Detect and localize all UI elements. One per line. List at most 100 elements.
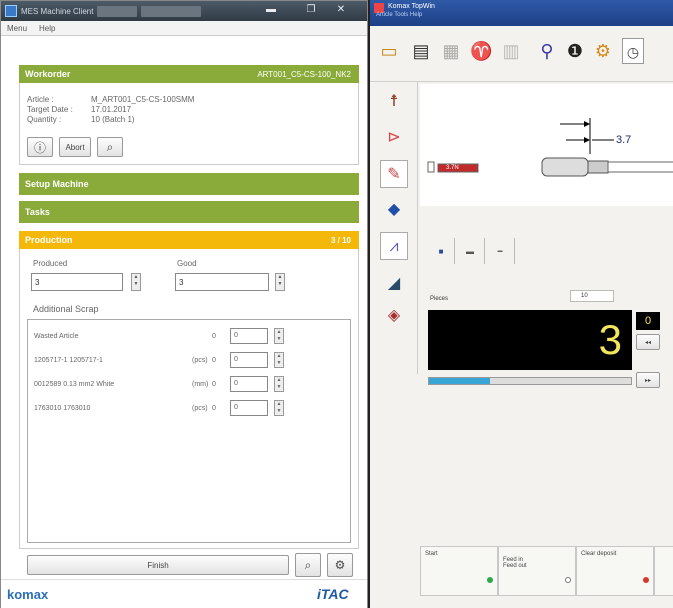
good-stepper[interactable]: ▲ ▼: [275, 273, 285, 291]
book-icon[interactable]: ◈: [380, 302, 408, 330]
workorder-title: Workorder: [25, 69, 71, 79]
footer: komax iTAC: [1, 579, 367, 608]
scrap-row: 1763010 1763010 (pcs) 0 0 ▲ ▼: [34, 400, 344, 418]
scrap-row: 1205717-1 1205717-1 (pcs) 0 0 ▲ ▼: [34, 352, 344, 370]
sequence-icon[interactable]: ◢: [380, 270, 408, 298]
open-folder-icon[interactable]: ▭: [378, 38, 400, 64]
start-button[interactable]: Start: [420, 546, 498, 596]
menu-item-help[interactable]: Help: [33, 24, 61, 33]
scrap-stepper[interactable]: ▲ ▼: [274, 352, 284, 368]
workorder-header[interactable]: Workorder ART001_C5-CS-100_NK2: [19, 65, 359, 83]
scrap-name: 1763010 1763010: [34, 405, 91, 412]
clear-deposit-label: Clear deposit: [581, 551, 617, 557]
produced-input[interactable]: 3: [31, 273, 123, 291]
dimension-label: 3.7: [616, 134, 632, 146]
toolbar: ▭ ▤ ▦ ♈ ▥ ⚲ ❶ ⚙ ◷: [370, 26, 673, 82]
status-indicator: [565, 577, 571, 583]
reset-button[interactable]: ▸▸: [636, 372, 660, 388]
taskbar-tab[interactable]: [97, 5, 138, 17]
settings-button[interactable]: ⚙: [327, 553, 353, 577]
article-label: Article :: [27, 95, 54, 104]
production-header[interactable]: Production 3 / 10: [19, 231, 359, 249]
scrap-input[interactable]: 0: [230, 328, 268, 344]
scrap-name: Wasted Article: [34, 333, 79, 340]
minimize-icon[interactable]: ▬: [261, 1, 281, 19]
crimp-tool-icon[interactable]: ☨: [380, 88, 408, 116]
scrap-row: Wasted Article 0 0 ▲ ▼: [34, 328, 344, 346]
decrement-button[interactable]: ◂◂: [636, 334, 660, 350]
scrap-count: 0: [212, 381, 216, 388]
progress-bar: [428, 377, 632, 385]
scrap-input[interactable]: 0: [230, 352, 268, 368]
production-count: 3 / 10: [330, 235, 351, 245]
marker-icon[interactable]: ◆: [380, 196, 408, 224]
scrap-count: 0: [212, 405, 216, 412]
app-icon: [5, 5, 17, 17]
target-date-value: 17.01.2017: [91, 105, 132, 114]
produced-stepper[interactable]: ▲ ▼: [131, 273, 141, 291]
view-dot-button[interactable]: ■: [432, 242, 450, 260]
setup-machine-header[interactable]: Setup Machine: [19, 173, 359, 195]
feed-button[interactable]: Feed in Feed out: [498, 546, 576, 596]
chart-icon[interactable]: ⩘: [380, 232, 408, 260]
save-icon[interactable]: ▦: [440, 38, 462, 64]
search-icon: ⌕: [106, 139, 114, 154]
menu-item-menu[interactable]: Menu: [1, 24, 33, 33]
view-long-button[interactable]: ━: [490, 242, 510, 260]
close-icon[interactable]: ✕: [331, 1, 351, 19]
produced-label: Produced: [33, 259, 68, 268]
side-counter: 0: [636, 312, 660, 330]
info-button[interactable]: ⓘ: [27, 137, 53, 157]
wire-diagram: [427, 118, 673, 177]
status-indicator: [643, 577, 649, 583]
production-title: Production: [25, 235, 73, 245]
print-icon[interactable]: ▤: [410, 38, 432, 64]
scrap-unit: (pcs): [192, 405, 208, 412]
pieces-field[interactable]: 10: [570, 290, 614, 302]
scrap-row: 0012589 0.13 mm2 White (mm) 0 0 ▲ ▼: [34, 376, 344, 394]
wire-icon[interactable]: ⊳: [380, 124, 408, 152]
pieces-label: Pieces: [430, 296, 449, 302]
scrap-input[interactable]: 0: [230, 400, 268, 416]
info-icon[interactable]: ❶: [564, 38, 586, 64]
piece-counter: 3: [428, 310, 632, 370]
feed-label: Feed in Feed out: [503, 557, 527, 569]
finish-button[interactable]: Finish: [27, 555, 289, 575]
divider: [454, 238, 455, 264]
scrap-stepper[interactable]: ▲ ▼: [274, 328, 284, 344]
abort-button[interactable]: Abort: [59, 137, 91, 157]
marker-text: 3.7N: [446, 165, 459, 171]
scrap-count: 0: [212, 333, 216, 340]
divider: [484, 238, 485, 264]
extra-button[interactable]: [654, 546, 673, 596]
tools-icon[interactable]: ♈: [470, 38, 492, 64]
clear-deposit-button[interactable]: Clear deposit: [576, 546, 654, 596]
gear-icon: ⚙: [334, 558, 346, 572]
quantity-value: 10 (Batch 1): [91, 115, 135, 124]
clock-icon[interactable]: ◷: [622, 38, 644, 64]
search-button[interactable]: ⌕: [295, 553, 321, 577]
info-icon: ⓘ: [33, 140, 46, 155]
tasks-header[interactable]: Tasks: [19, 201, 359, 223]
scrap-input[interactable]: 0: [230, 376, 268, 392]
good-input[interactable]: 3: [175, 273, 269, 291]
gear-icon[interactable]: ⚙: [592, 38, 614, 64]
printer-icon[interactable]: ▥: [500, 38, 522, 64]
taskbar-tab[interactable]: [141, 5, 202, 17]
topwin-window: Komax TopWin Article Tools Help ▭ ▤ ▦ ♈ …: [368, 0, 673, 608]
wire-edit-icon[interactable]: ✎: [380, 160, 408, 188]
article-value: M_ART001_C5-CS-100SMM: [91, 95, 195, 104]
menu-bar[interactable]: Article Tools Help: [376, 12, 422, 18]
search-button[interactable]: ⌕: [97, 137, 123, 157]
additional-scrap-label: Additional Scrap: [33, 304, 99, 314]
scrap-stepper[interactable]: ▲ ▼: [274, 376, 284, 392]
divider: [514, 238, 515, 264]
scrap-name: 0012589 0.13 mm2 White: [34, 381, 115, 388]
restore-icon[interactable]: ❐: [301, 1, 321, 19]
microscope-icon[interactable]: ⚲: [536, 38, 558, 64]
view-medium-button[interactable]: ▬: [460, 242, 480, 260]
itac-logo: iTAC: [317, 586, 349, 602]
scrap-count: 0: [212, 357, 216, 364]
scrap-stepper[interactable]: ▲ ▼: [274, 400, 284, 416]
start-label: Start: [425, 551, 438, 557]
